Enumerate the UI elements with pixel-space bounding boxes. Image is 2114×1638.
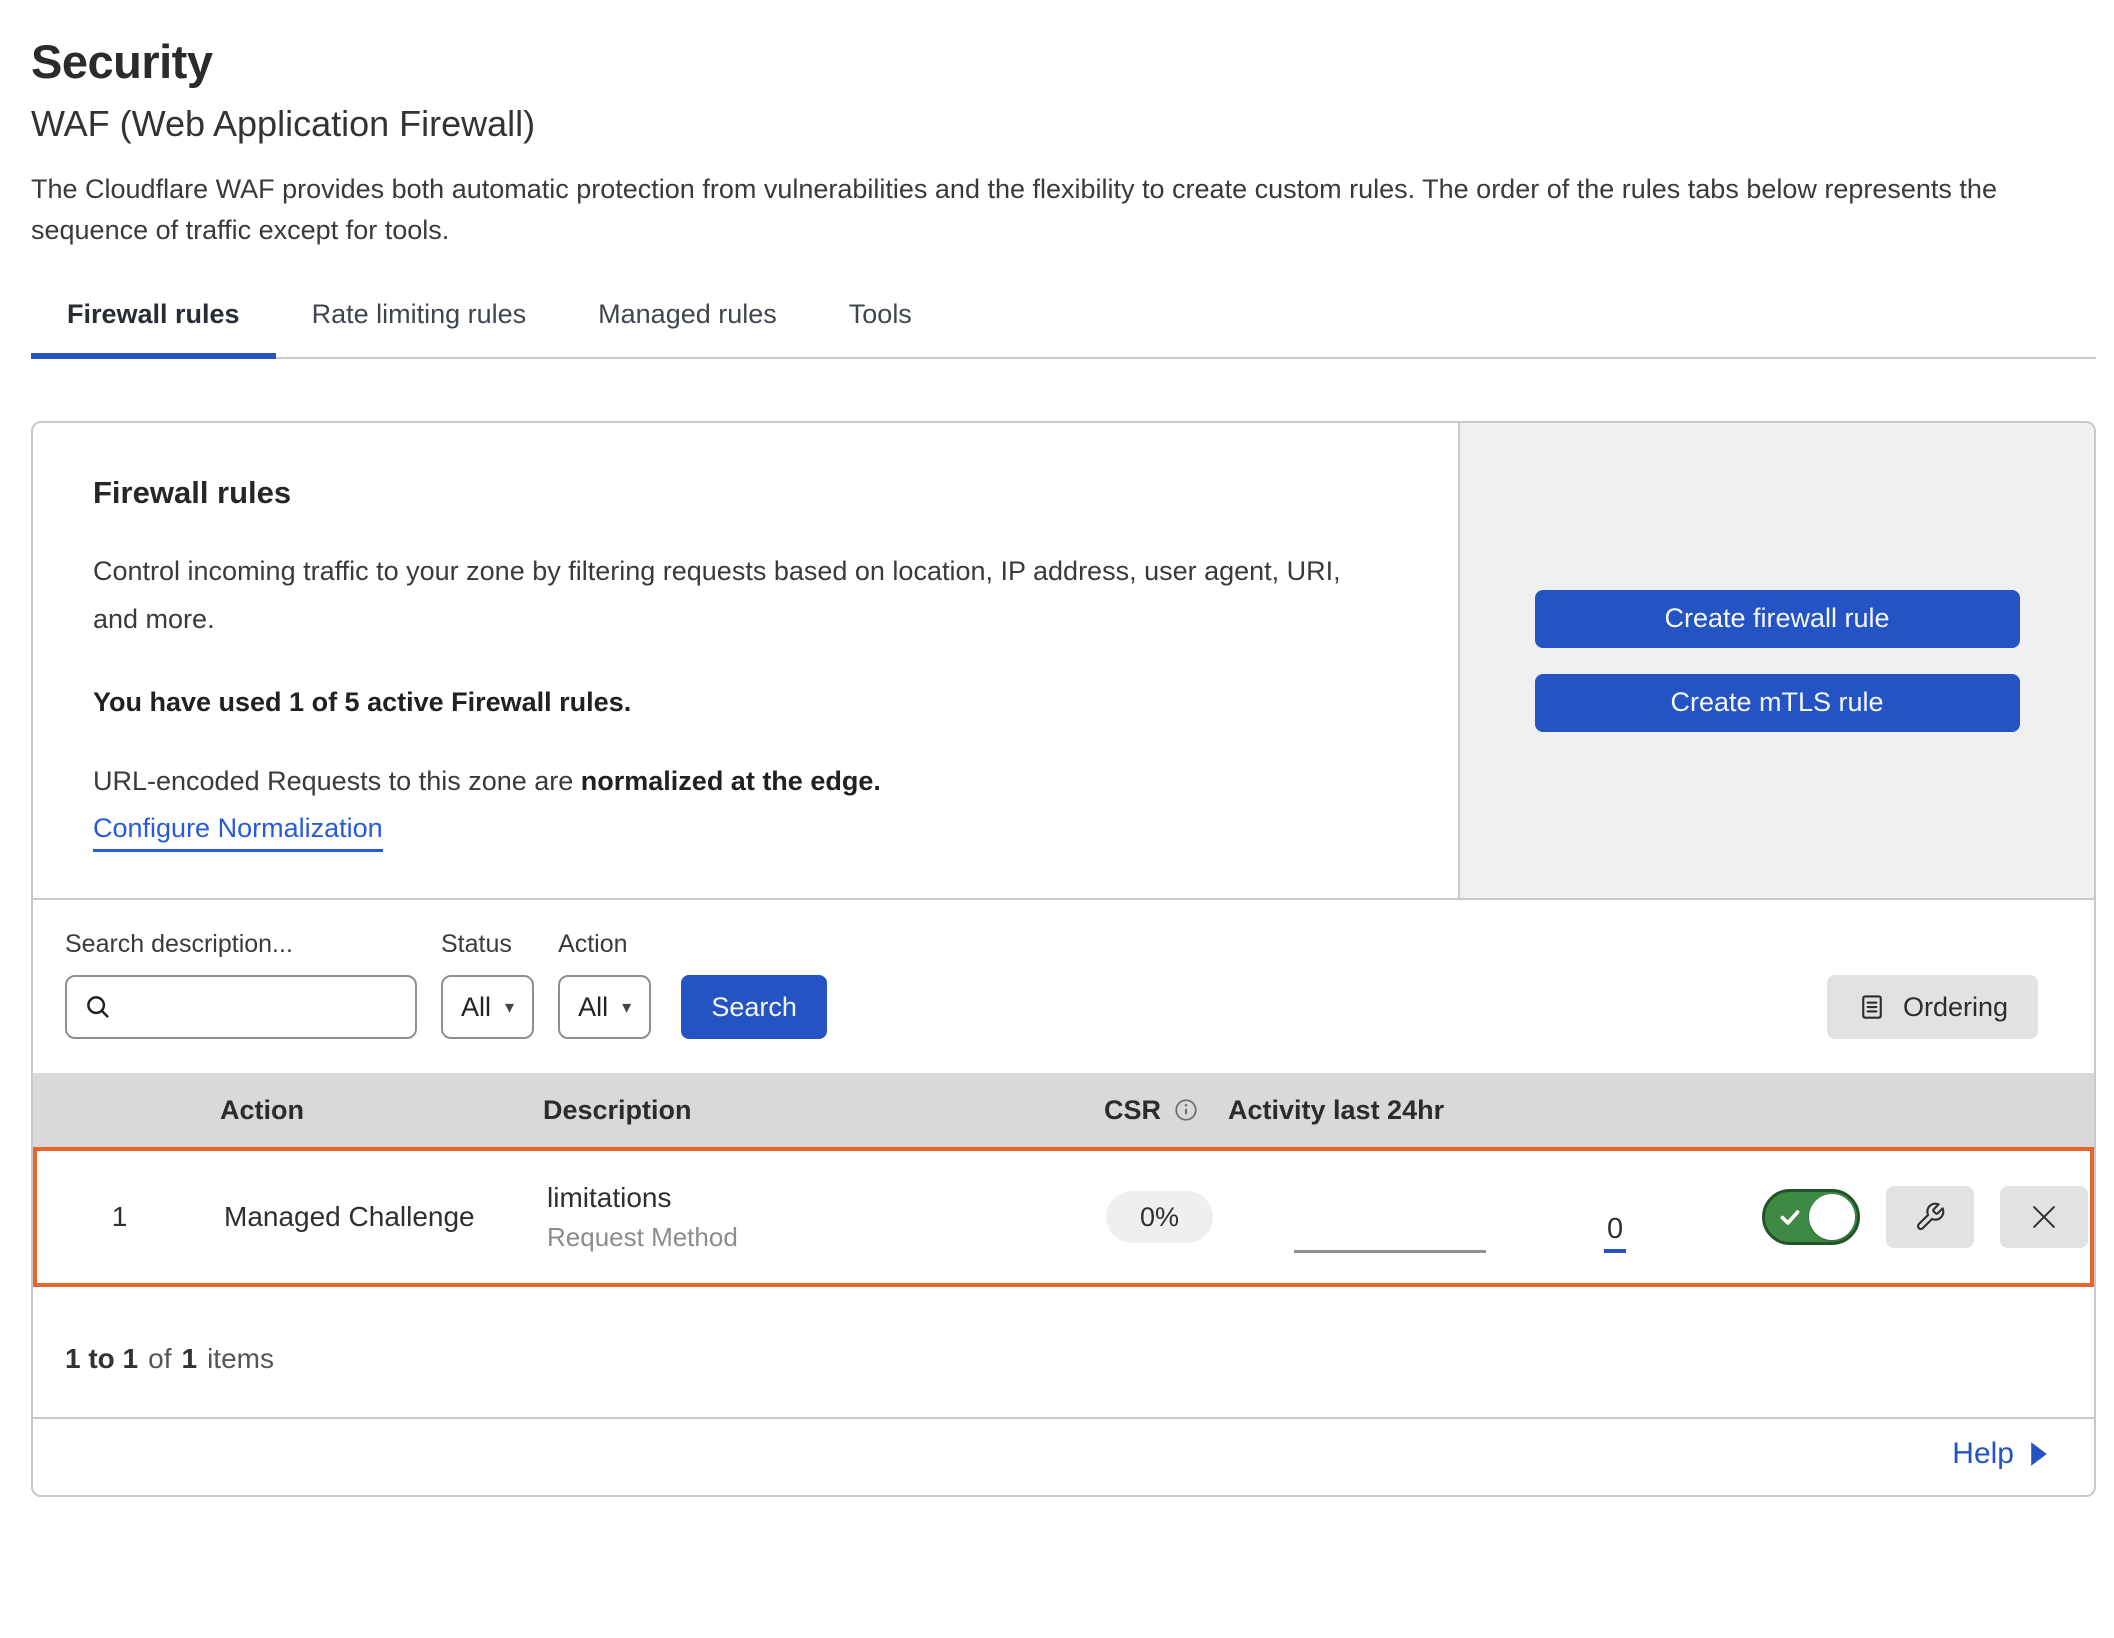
rule-name: limitations [547, 1182, 1092, 1214]
tab-rate-limiting-rules[interactable]: Rate limiting rules [276, 293, 563, 357]
rule-controls [1762, 1186, 2090, 1248]
card-overview-section: Firewall rules Control incoming traffic … [33, 423, 2094, 900]
search-icon [83, 992, 113, 1022]
search-button[interactable]: Search [681, 975, 827, 1039]
search-label: Search description... [65, 930, 417, 959]
create-mtls-rule-button[interactable]: Create mTLS rule [1535, 674, 2020, 732]
actions-panel: Create firewall rule Create mTLS rule [1458, 423, 2094, 898]
firewall-rules-card: Firewall rules Control incoming traffic … [31, 421, 2096, 1497]
usage-summary: You have used 1 of 5 active Firewall rul… [93, 687, 1398, 718]
chevron-down-icon: ▾ [505, 998, 514, 1016]
toggle-knob [1809, 1194, 1855, 1240]
rule-action: Managed Challenge [202, 1201, 547, 1233]
tab-managed-rules[interactable]: Managed rules [562, 293, 813, 357]
status-select[interactable]: All ▾ [441, 975, 534, 1039]
help-row: Help [33, 1419, 2094, 1495]
delete-rule-button[interactable] [2000, 1186, 2088, 1248]
search-group: Search description... [65, 930, 417, 1039]
rule-expression-field: Request Method [547, 1222, 1092, 1253]
rule-csr-cell: 0% [1092, 1191, 1232, 1243]
table-row[interactable]: 1 Managed Challenge limitations Request … [33, 1147, 2094, 1287]
tab-firewall-rules[interactable]: Firewall rules [31, 293, 276, 357]
rule-description: limitations Request Method [547, 1182, 1092, 1253]
header-csr: CSR [1088, 1095, 1228, 1126]
card-description: Control incoming traffic to your zone by… [93, 547, 1343, 643]
ordering-button[interactable]: Ordering [1827, 975, 2038, 1039]
card-overview-text: Firewall rules Control incoming traffic … [33, 423, 1458, 898]
normalization-note: URL-encoded Requests to this zone are no… [93, 766, 1398, 797]
action-label: Action [558, 930, 651, 959]
header-activity: Activity last 24hr [1228, 1095, 1758, 1126]
rule-enabled-toggle[interactable] [1762, 1189, 1860, 1245]
create-firewall-rule-button[interactable]: Create firewall rule [1535, 590, 2020, 648]
rules-tabs: Firewall rules Rate limiting rules Manag… [31, 293, 2096, 359]
edit-rule-button[interactable] [1886, 1186, 1974, 1248]
chevron-down-icon: ▾ [622, 998, 631, 1016]
page-title: Security [31, 34, 2096, 89]
activity-count-link[interactable]: 0 [1604, 1215, 1626, 1253]
action-group: Action All ▾ [558, 930, 651, 1039]
header-action: Action [198, 1095, 543, 1126]
configure-normalization-link[interactable]: Configure Normalization [93, 813, 383, 852]
activity-sparkline [1294, 1250, 1486, 1253]
action-select[interactable]: All ▾ [558, 975, 651, 1039]
page-description: The Cloudflare WAF provides both automat… [31, 169, 2083, 251]
page-subtitle: WAF (Web Application Firewall) [31, 103, 2096, 145]
wrench-icon [1914, 1201, 1946, 1233]
pagination-summary: 1 to 1of1items [33, 1287, 2094, 1419]
search-box[interactable] [65, 975, 417, 1039]
card-heading: Firewall rules [93, 475, 1398, 511]
csr-badge: 0% [1106, 1191, 1213, 1243]
table-header: Action Description CSR Activity last 24h… [33, 1073, 2094, 1147]
help-link[interactable]: Help [1952, 1437, 2050, 1471]
check-icon [1777, 1204, 1803, 1230]
rule-activity-cell: 0 [1232, 1151, 1762, 1283]
header-description: Description [543, 1095, 1088, 1126]
ordering-list-icon [1857, 992, 1887, 1022]
tab-tools[interactable]: Tools [813, 293, 948, 357]
rule-priority: 1 [37, 1201, 202, 1233]
status-group: Status All ▾ [441, 930, 534, 1039]
x-icon [2027, 1200, 2061, 1234]
info-icon[interactable] [1173, 1097, 1199, 1123]
search-input[interactable] [113, 977, 415, 1037]
help-arrow-icon [2028, 1441, 2050, 1467]
status-label: Status [441, 930, 534, 959]
security-waf-page: Security WAF (Web Application Firewall) … [0, 0, 2114, 1497]
filter-bar: Search description... Status All ▾ Actio… [33, 900, 2094, 1073]
